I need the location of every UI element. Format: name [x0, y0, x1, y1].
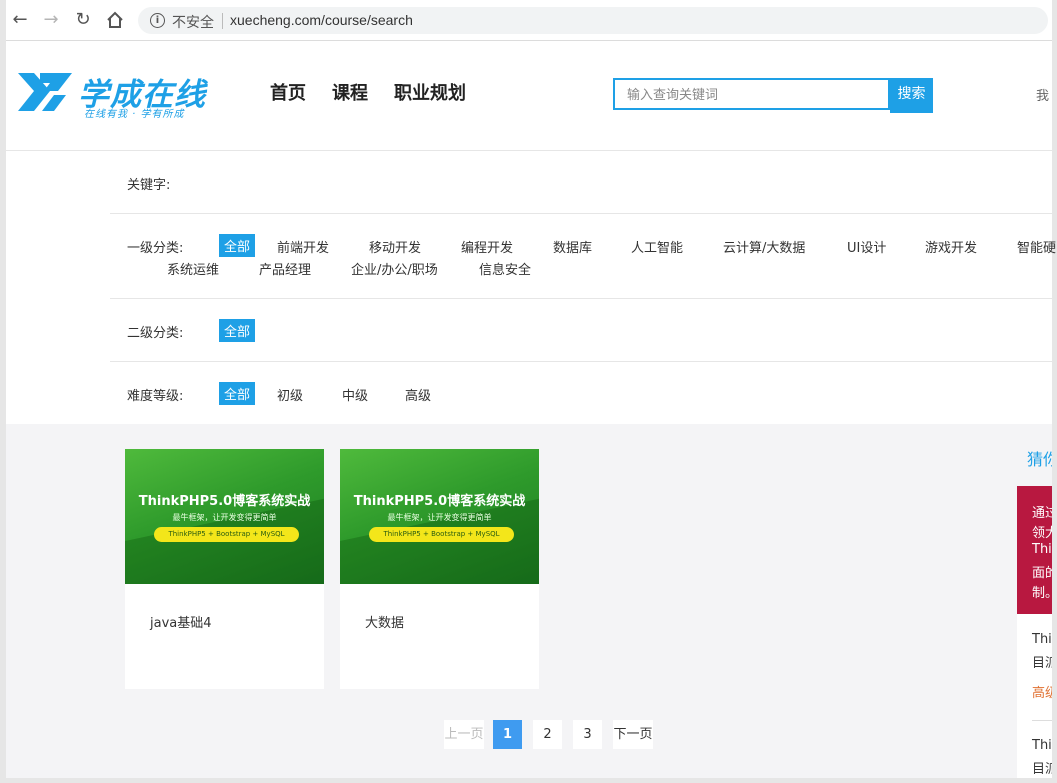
course-thumbnail[interactable]: ThinkPHP5.0博客系统实战 最牛框架，让开发变得更简单 ThinkPHP…	[340, 449, 539, 584]
nav-career[interactable]: 职业规划	[394, 79, 466, 105]
window-frame-bottom	[0, 778, 1057, 783]
window-frame-right	[1052, 0, 1057, 783]
level1-chip[interactable]: 数据库	[553, 237, 592, 256]
course-card[interactable]: ThinkPHP5.0博客系统实战 最牛框架，让开发变得更简单 ThinkPHP…	[340, 449, 539, 689]
nav-courses[interactable]: 课程	[332, 79, 368, 105]
level1-chip-all[interactable]: 全部	[219, 234, 256, 257]
recommend-item-level: 高级	[1032, 686, 1052, 701]
filter-panel: 关键字: 一级分类: 全部 前端开发 移动开发 编程开发 数据库 人工智能 云计…	[6, 151, 1056, 424]
site-logo[interactable]: 学成在线 在线有我 · 学有所成	[14, 69, 214, 120]
url-text[interactable]: xuecheng.com/course/search	[230, 12, 413, 28]
level1-chip[interactable]: 前端开发	[277, 237, 329, 256]
course-thumbnail[interactable]: ThinkPHP5.0博客系统实战 最牛框架，让开发变得更简单 ThinkPHP…	[125, 449, 324, 584]
divider	[110, 298, 1052, 299]
level1-chip[interactable]: 信息安全	[479, 259, 531, 278]
thumbnail-title: ThinkPHP5.0博客系统实战	[138, 494, 311, 509]
level1-chip[interactable]: 游戏开发	[925, 237, 977, 256]
level2-label: 二级分类:	[127, 326, 184, 341]
level1-chip[interactable]: UI设计	[847, 237, 886, 256]
level1-chip[interactable]: 产品经理	[259, 259, 311, 278]
level1-label: 一级分类:	[127, 241, 184, 256]
browser-toolbar: ← → ↻ i 不安全 xuecheng.com/course/search	[6, 0, 1052, 41]
level1-chip[interactable]: 编程开发	[461, 237, 513, 256]
level1-chip[interactable]: 移动开发	[369, 237, 421, 256]
page-2-button[interactable]: 2	[533, 720, 562, 749]
nav-home[interactable]: 首页	[270, 79, 306, 105]
difficulty-chip-all[interactable]: 全部	[219, 382, 256, 405]
course-card[interactable]: ThinkPHP5.0博客系统实战 最牛框架，让开发变得更简单 ThinkPHP…	[125, 449, 324, 689]
recommend-item-text: 目派	[1032, 762, 1052, 777]
level1-chip[interactable]: 企业/办公/职场	[351, 259, 438, 278]
difficulty-chip[interactable]: 初级	[277, 385, 303, 404]
not-secure-label: 不安全	[172, 15, 214, 31]
level1-chip[interactable]: 智能硬	[1017, 237, 1056, 256]
search-input[interactable]	[625, 81, 889, 109]
level1-chip[interactable]: 云计算/大数据	[723, 237, 805, 256]
search-box	[613, 78, 890, 110]
thumbnail-tech-pill: ThinkPHP5 + Bootstrap + MySQL	[369, 527, 514, 542]
difficulty-chip[interactable]: 高级	[405, 385, 431, 404]
thumbnail-subtitle: 最牛框架，让开发变得更简单	[387, 513, 492, 522]
promo-line: 通过	[1032, 506, 1052, 521]
divider	[1032, 720, 1052, 721]
page-1-button[interactable]: 1	[493, 720, 522, 749]
user-link[interactable]: 我	[1036, 85, 1049, 104]
home-icon[interactable]	[104, 9, 126, 31]
level2-chip-all[interactable]: 全部	[219, 319, 256, 342]
divider	[110, 361, 1052, 362]
reload-icon[interactable]: ↻	[72, 9, 94, 31]
recommend-item-text: 目派	[1032, 656, 1052, 671]
info-icon[interactable]: i	[150, 13, 165, 28]
address-bar[interactable]: i 不安全 xuecheng.com/course/search	[138, 7, 1048, 34]
recommend-item-text[interactable]: Thi	[1032, 632, 1052, 647]
promo-banner[interactable]: 通过 领大 Thi 面的 制。	[1017, 486, 1052, 614]
level1-chip[interactable]: 人工智能	[631, 237, 683, 256]
thumbnail-subtitle: 最牛框架，让开发变得更简单	[172, 513, 277, 522]
promo-line: Thi	[1032, 542, 1052, 557]
thumbnail-tech-pill: ThinkPHP5 + Bootstrap + MySQL	[154, 527, 299, 542]
promo-line: 制。	[1032, 586, 1052, 601]
recommend-item-text[interactable]: Thi	[1032, 738, 1052, 753]
difficulty-chip[interactable]: 中级	[342, 385, 368, 404]
main-nav: 首页 课程 职业规划	[270, 79, 492, 105]
thumbnail-title: ThinkPHP5.0博客系统实战	[353, 494, 526, 509]
divider	[110, 213, 1052, 214]
search-button[interactable]: 搜索	[890, 78, 933, 113]
page-3-button[interactable]: 3	[573, 720, 602, 749]
next-page-button[interactable]: 下一页	[613, 720, 653, 749]
logo-x-icon	[18, 73, 72, 111]
promo-line: 面的	[1032, 566, 1052, 581]
recommend-list: Thi 目派 高级 Thi 目派	[1017, 614, 1052, 778]
recommend-title: 猜你	[1027, 450, 1052, 469]
forward-arrow-icon[interactable]: →	[40, 9, 62, 31]
difficulty-label: 难度等级:	[127, 389, 184, 404]
prev-page-button[interactable]: 上一页	[444, 720, 484, 749]
course-name[interactable]: java基础4	[150, 612, 212, 631]
site-header: 学成在线 在线有我 · 学有所成 首页课程职业规划 搜索 我	[6, 41, 1052, 151]
back-arrow-icon[interactable]: ←	[9, 9, 31, 31]
level1-chip[interactable]: 系统运维	[167, 259, 219, 278]
address-divider	[222, 13, 223, 29]
logo-slogan: 在线有我 · 学有所成	[84, 109, 185, 120]
course-name[interactable]: 大数据	[365, 612, 404, 631]
keyword-label: 关键字:	[127, 178, 171, 193]
promo-line: 领大	[1032, 526, 1052, 541]
